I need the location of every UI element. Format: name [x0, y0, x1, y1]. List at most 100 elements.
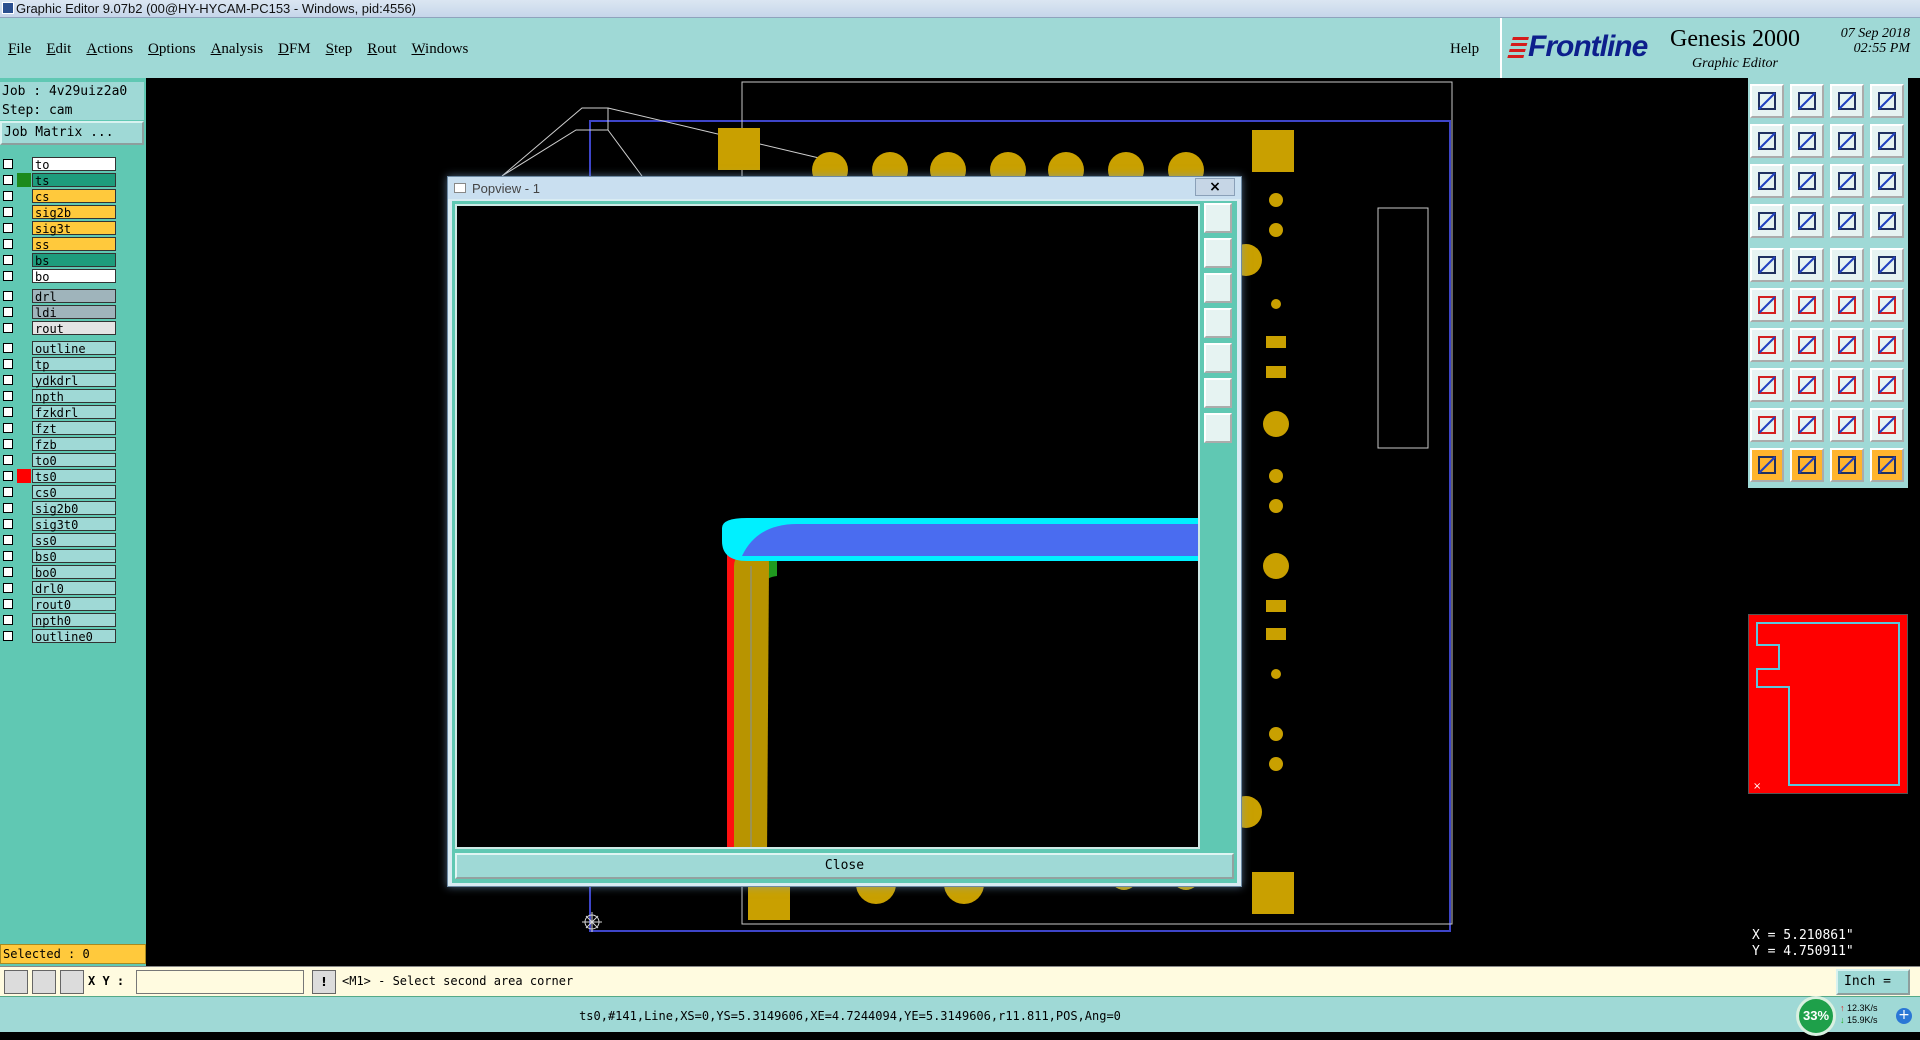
export-icon[interactable] [1790, 124, 1824, 158]
layer-checkbox[interactable] [3, 307, 13, 317]
pad-icon[interactable] [1750, 248, 1784, 282]
layer-name[interactable]: drl [32, 289, 116, 304]
pointer-move-icon[interactable] [1870, 448, 1904, 482]
close-icon[interactable]: × [1195, 178, 1235, 196]
menu-step[interactable]: Step [326, 41, 353, 58]
popview-center-icon[interactable] [1204, 413, 1232, 443]
layer-checkbox[interactable] [3, 359, 13, 369]
menu-edit[interactable]: Edit [46, 41, 71, 58]
layer-row-rout0[interactable]: rout0 [0, 596, 118, 612]
add-icon[interactable]: + [1896, 1008, 1912, 1024]
layer-row-cs0[interactable]: cs0 [0, 484, 118, 500]
popview-canvas[interactable] [455, 204, 1200, 849]
line-add-icon[interactable] [1830, 288, 1864, 322]
layer-checkbox[interactable] [3, 583, 13, 593]
layer-name[interactable]: tp [32, 357, 116, 372]
layer-row-sig3t[interactable]: sig3t [0, 220, 118, 236]
menu-options[interactable]: Options [148, 41, 196, 58]
flip-icon[interactable] [1830, 124, 1864, 158]
menu-windows[interactable]: Windows [411, 41, 468, 58]
layer-name[interactable]: to0 [32, 453, 116, 468]
triangle-up-icon[interactable] [1790, 408, 1824, 442]
pointer-box-icon[interactable] [1830, 448, 1864, 482]
layer-name[interactable]: ts [32, 173, 116, 188]
angle-draw-icon[interactable] [1750, 328, 1784, 362]
layer-row-sig2b[interactable]: sig2b [0, 204, 118, 220]
layer-name[interactable]: cs0 [32, 485, 116, 500]
clip-icon[interactable] [1750, 204, 1784, 238]
layer-name[interactable]: rout [32, 321, 116, 336]
layer-row-fzb[interactable]: fzb [0, 436, 118, 452]
popview-close-button[interactable]: Close [455, 853, 1234, 879]
layer-name[interactable]: outline0 [32, 629, 116, 644]
popview-pan-right-icon[interactable] [1204, 343, 1232, 373]
layer-row-bs0[interactable]: bs0 [0, 548, 118, 564]
layer-checkbox[interactable] [3, 535, 13, 545]
layer-checkbox[interactable] [3, 391, 13, 401]
layer-checkbox[interactable] [3, 343, 13, 353]
menu-help[interactable]: Help [1450, 41, 1479, 58]
layer-name[interactable]: ss0 [32, 533, 116, 548]
layer-checkbox[interactable] [3, 191, 13, 201]
layer-name[interactable]: fzb [32, 437, 116, 452]
overview-minimap[interactable]: × [1748, 614, 1908, 794]
layer-name[interactable]: sig2b0 [32, 501, 116, 516]
import-icon[interactable] [1750, 124, 1784, 158]
measure-icon[interactable] [32, 970, 56, 994]
layer-row-bo0[interactable]: bo0 [0, 564, 118, 580]
layer-row-npth[interactable]: npth [0, 388, 118, 404]
job-matrix-button[interactable]: Job Matrix ... [0, 121, 144, 145]
layer-row-tp[interactable]: tp [0, 356, 118, 372]
layer-name[interactable]: npth0 [32, 613, 116, 628]
route-icon[interactable] [1870, 124, 1904, 158]
layer-row-sig3t0[interactable]: sig3t0 [0, 516, 118, 532]
layer-checkbox[interactable] [3, 423, 13, 433]
unit-selector[interactable]: Inch = [1836, 969, 1910, 995]
popview-zoom-out-icon[interactable] [1204, 273, 1232, 303]
layer-row-fzkdrl[interactable]: fzkdrl [0, 404, 118, 420]
layer-name[interactable]: sig3t [32, 221, 116, 236]
layer-color-swatch[interactable] [17, 173, 31, 187]
popview-window[interactable]: Popview - 1 × Close [447, 176, 1242, 887]
snap-point-icon[interactable] [1750, 368, 1784, 402]
layer-row-drl0[interactable]: drl0 [0, 580, 118, 596]
layer-name[interactable]: bs0 [32, 549, 116, 564]
copy-icon[interactable] [1870, 84, 1904, 118]
snap-mode-icon[interactable] [4, 970, 28, 994]
layer-name[interactable]: fzkdrl [32, 405, 116, 420]
layer-checkbox[interactable] [3, 407, 13, 417]
layer-row-cs[interactable]: cs [0, 188, 118, 204]
layer-checkbox[interactable] [3, 291, 13, 301]
layer-row-ss[interactable]: ss [0, 236, 118, 252]
layer-checkbox[interactable] [3, 599, 13, 609]
open-icon[interactable] [1830, 84, 1864, 118]
cross-icon[interactable] [1790, 288, 1824, 322]
layer-row-ydkdrl[interactable]: ydkdrl [0, 372, 118, 388]
grid-align-icon[interactable] [1830, 368, 1864, 402]
layer-name[interactable]: ts0 [32, 469, 116, 484]
layer-checkbox[interactable] [3, 551, 13, 561]
layer-row-fzt[interactable]: fzt [0, 420, 118, 436]
menu-analysis[interactable]: Analysis [211, 41, 264, 58]
triangle-icon[interactable] [1750, 408, 1784, 442]
popview-zoom-window-icon[interactable] [1204, 203, 1232, 233]
layer-row-sig2b0[interactable]: sig2b0 [0, 500, 118, 516]
grid-icon[interactable] [60, 970, 84, 994]
layer-row-ldi[interactable]: ldi [0, 304, 118, 320]
layer-name[interactable]: cs [32, 189, 116, 204]
connect-icon[interactable] [1790, 204, 1824, 238]
node-icon[interactable] [1750, 288, 1784, 322]
dot-icon[interactable] [1870, 248, 1904, 282]
layer-name[interactable]: ss [32, 237, 116, 252]
layer-row-bs[interactable]: bs [0, 252, 118, 268]
layer-checkbox[interactable] [3, 631, 13, 641]
popview-titlebar[interactable]: Popview - 1 × [448, 177, 1241, 199]
layer-checkbox[interactable] [3, 375, 13, 385]
layer-checkbox[interactable] [3, 323, 13, 333]
alert-icon[interactable]: ! [312, 970, 336, 994]
popview-pan-left-icon[interactable] [1204, 308, 1232, 338]
pointer-select-icon[interactable] [1790, 448, 1824, 482]
layer-name[interactable]: bo0 [32, 565, 116, 580]
layer-name[interactable]: fzt [32, 421, 116, 436]
layer-name[interactable]: ldi [32, 305, 116, 320]
